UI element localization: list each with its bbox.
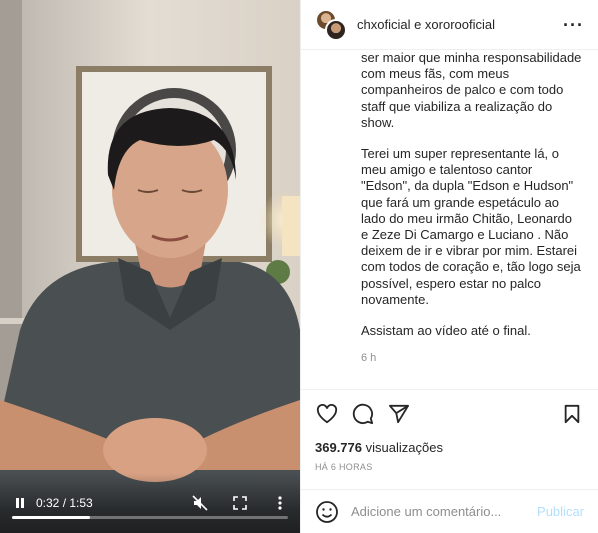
avatar[interactable] xyxy=(325,18,347,41)
caption-paragraph: Assistam ao vídeo até o final. xyxy=(361,323,531,339)
share-send-icon[interactable] xyxy=(387,402,411,426)
post-header: chxoficial e xororooficial ··· xyxy=(301,0,598,50)
comment-bubble-icon[interactable] xyxy=(351,402,375,426)
caption-paragraph: Terei um super representante lá, o meu a… xyxy=(361,146,581,307)
posted-time[interactable]: HÁ 6 HORAS xyxy=(315,462,373,472)
more-horizontal-icon[interactable]: ··· xyxy=(563,16,584,34)
caption-time-ago[interactable]: 6 h xyxy=(361,352,582,364)
pause-icon[interactable] xyxy=(10,493,30,513)
view-count[interactable]: 369.776 visualizações xyxy=(315,440,443,455)
caption-text: ser maior que minha responsabilidade com… xyxy=(361,51,582,339)
caption-scroll[interactable]: ser maior que minha responsabilidade com… xyxy=(301,51,598,389)
comment-input[interactable] xyxy=(351,504,538,519)
fullscreen-icon[interactable] xyxy=(230,493,250,513)
video-player[interactable]: 0:32 / 1:53 xyxy=(0,0,300,533)
video-controls: 0:32 / 1:53 xyxy=(0,473,300,533)
emoji-icon[interactable] xyxy=(315,500,339,524)
publish-button[interactable]: Publicar xyxy=(537,504,584,519)
mute-icon[interactable] xyxy=(190,493,210,513)
post-panel: chxoficial e xororooficial ··· ser maior… xyxy=(300,0,598,533)
view-count-number: 369.776 xyxy=(315,440,362,455)
view-count-label: visualizações xyxy=(365,440,443,455)
video-progress-fill xyxy=(12,516,91,519)
caption-paragraph: ser maior que minha responsabilidade com… xyxy=(361,51,582,130)
comment-bar: Publicar xyxy=(301,489,598,533)
video-time: 0:32 / 1:53 xyxy=(36,496,93,510)
post-usernames[interactable]: chxoficial e xororooficial xyxy=(357,17,563,32)
video-options-icon[interactable] xyxy=(270,493,290,513)
action-bar xyxy=(301,389,598,437)
bookmark-icon[interactable] xyxy=(560,402,584,426)
video-frame xyxy=(0,0,300,533)
collab-avatars[interactable] xyxy=(315,8,347,41)
video-progress-bar[interactable] xyxy=(12,516,288,519)
like-heart-icon[interactable] xyxy=(315,402,339,426)
